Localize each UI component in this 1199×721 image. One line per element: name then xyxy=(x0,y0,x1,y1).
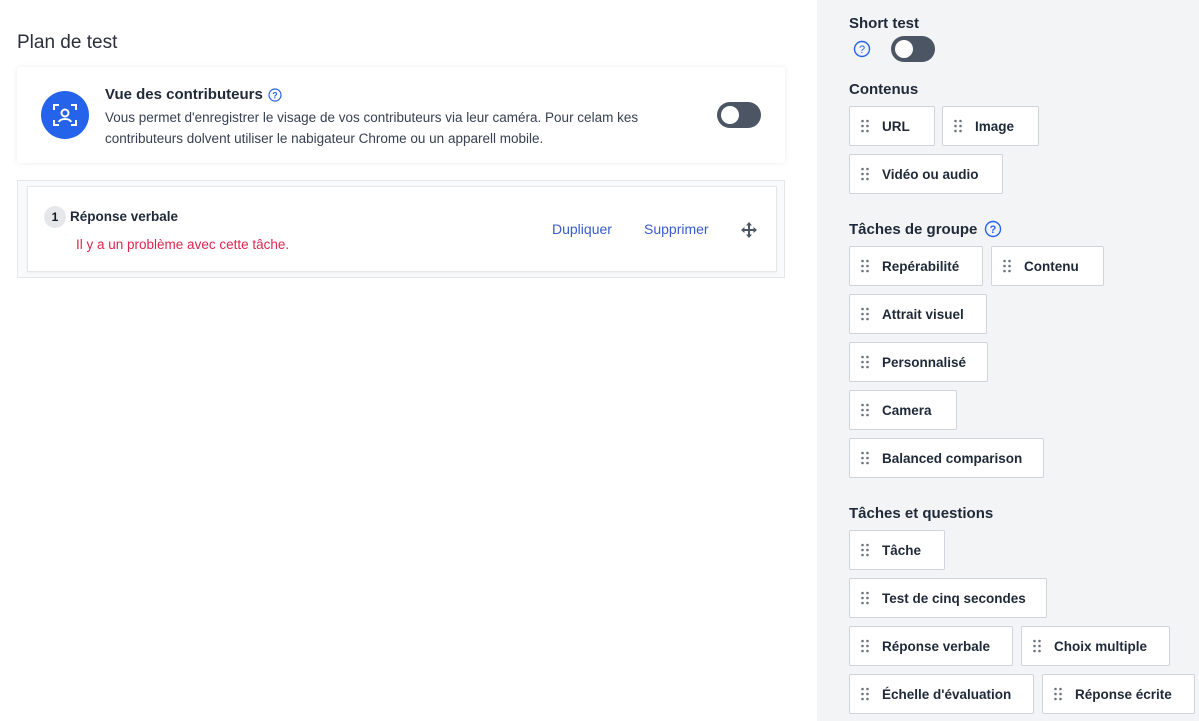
delete-button[interactable]: Supprimer xyxy=(644,221,709,237)
contributor-view-title: Vue des contributeurs xyxy=(105,86,263,103)
chip-label: Choix multiple xyxy=(1054,638,1148,654)
chip-label: Réponse verbale xyxy=(882,638,991,654)
chip-content[interactable]: Contenu xyxy=(991,246,1104,286)
drag-handle-icon xyxy=(954,119,962,133)
chip-label: Image xyxy=(975,118,1015,134)
move-icon[interactable] xyxy=(740,221,758,239)
chip-label: Contenu xyxy=(1024,258,1079,274)
chip-label: Attrait visuel xyxy=(882,306,964,322)
chip-visual-appeal[interactable]: Attrait visuel xyxy=(849,294,987,334)
help-icon[interactable]: ? xyxy=(268,87,282,102)
contributor-view-heading: Vue des contributeurs ? xyxy=(105,86,282,103)
chip-label: Balanced comparison xyxy=(882,450,1023,466)
task-title: Réponse verbale xyxy=(70,209,179,224)
drag-handle-icon xyxy=(1003,259,1011,273)
chip-label: Camera xyxy=(882,402,932,418)
chip-balanced-comparison[interactable]: Balanced comparison xyxy=(849,438,1044,478)
drag-handle-icon xyxy=(861,259,869,273)
task-number-badge: 1 xyxy=(44,206,66,228)
page-title: Plan de test xyxy=(17,32,118,53)
drag-handle-icon xyxy=(861,167,869,181)
drag-handle-icon xyxy=(1033,639,1041,653)
task-error-message: Il y a un problème avec cette tâche. xyxy=(76,237,290,252)
svg-text:?: ? xyxy=(859,44,865,56)
chip-camera[interactable]: Camera xyxy=(849,390,957,430)
chip-label: Réponse écrite xyxy=(1075,686,1172,702)
chip-five-second-test[interactable]: Test de cinq secondes xyxy=(849,578,1047,618)
task-library-sidebar: Short test ? Contenus URL Image Vidéo ou… xyxy=(817,0,1199,721)
chip-label: URL xyxy=(882,118,910,134)
chip-label: Tâche xyxy=(882,542,922,558)
tasks-questions-title: Tâches et questions xyxy=(849,505,994,522)
duplicate-button[interactable]: Dupliquer xyxy=(552,221,612,237)
chip-multiple-choice[interactable]: Choix multiple xyxy=(1021,626,1170,666)
chip-video-audio[interactable]: Vidéo ou audio xyxy=(849,154,1003,194)
short-test-title: Short test xyxy=(849,15,920,32)
toggle-knob xyxy=(895,40,913,58)
chip-label: Vidéo ou audio xyxy=(882,166,979,182)
group-tasks-title: Tâches de groupe xyxy=(849,220,978,238)
chip-label: Échelle d'évaluation xyxy=(882,686,1012,702)
contributor-view-toggle[interactable] xyxy=(717,102,761,128)
chip-label: Repérabilité xyxy=(882,258,960,274)
chip-label: Test de cinq secondes xyxy=(882,590,1026,606)
drag-handle-icon xyxy=(861,451,869,465)
drag-handle-icon xyxy=(861,639,869,653)
chip-label: Personnalisé xyxy=(882,354,967,370)
contributor-view-description: Vous permet d'enregistrer le visage de v… xyxy=(105,110,639,146)
chip-written-response[interactable]: Réponse écrite xyxy=(1042,674,1195,714)
chip-task[interactable]: Tâche xyxy=(849,530,945,570)
chip-rating-scale[interactable]: Échelle d'évaluation xyxy=(849,674,1034,714)
contents-section-title: Contenus xyxy=(849,81,919,98)
short-test-toggle[interactable] xyxy=(891,36,935,62)
drag-handle-icon xyxy=(861,687,869,701)
task-list: 1 Réponse verbale Il y a un problème ave… xyxy=(17,180,785,278)
chip-verbal-response[interactable]: Réponse verbale xyxy=(849,626,1013,666)
chip-url[interactable]: URL xyxy=(849,106,935,146)
chip-findability[interactable]: Repérabilité xyxy=(849,246,983,286)
camera-face-icon xyxy=(41,91,89,139)
contributor-view-card: Vue des contributeurs ? Vous permet d'en… xyxy=(17,67,785,163)
drag-handle-icon xyxy=(861,403,869,417)
task-card[interactable]: 1 Réponse verbale Il y a un problème ave… xyxy=(27,186,777,272)
drag-handle-icon xyxy=(861,355,869,369)
main-panel: Plan de test Vue des contributeurs ? Vou… xyxy=(0,0,817,721)
help-icon[interactable]: ? xyxy=(853,40,871,58)
drag-handle-icon xyxy=(861,591,869,605)
svg-text:?: ? xyxy=(272,90,278,100)
help-icon[interactable]: ? xyxy=(984,220,1002,238)
svg-text:?: ? xyxy=(990,224,997,236)
toggle-knob xyxy=(721,106,739,124)
drag-handle-icon xyxy=(861,543,869,557)
drag-handle-icon xyxy=(1054,687,1062,701)
group-tasks-heading: Tâches de groupe ? xyxy=(849,220,1002,238)
chip-custom[interactable]: Personnalisé xyxy=(849,342,988,382)
drag-handle-icon xyxy=(861,307,869,321)
chip-image[interactable]: Image xyxy=(942,106,1039,146)
drag-handle-icon xyxy=(861,119,869,133)
